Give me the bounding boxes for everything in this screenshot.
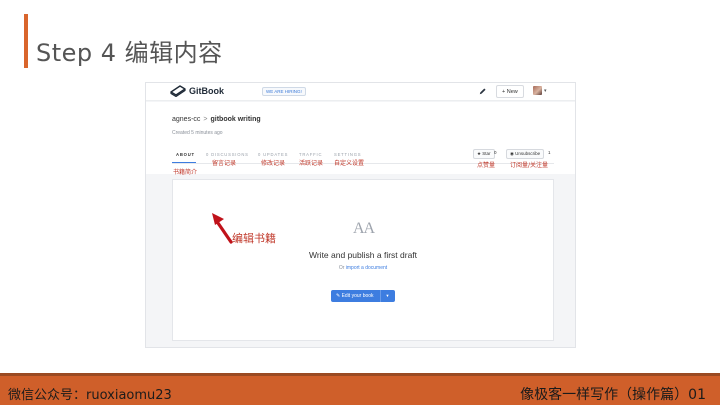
created-time: Created 5 minutes ago — [172, 130, 223, 136]
annotation-about: 书籍简介 — [173, 169, 198, 176]
footer-series-title: 像极客一样写作（操作篇）01 — [520, 387, 706, 403]
annotation-subscribe: 订阅量/关注量 — [510, 162, 549, 169]
annotation-edit: 编辑书籍 — [232, 232, 276, 245]
new-button[interactable]: + New — [496, 85, 524, 98]
edit-menu-caret-icon[interactable]: ▼ — [381, 290, 395, 302]
tab-traffic[interactable]: TRAFFIC — [299, 152, 322, 157]
breadcrumb-book[interactable]: gitbook writing — [211, 116, 261, 123]
import-or-text: Or — [338, 265, 346, 271]
star-count: 0 — [494, 150, 497, 155]
tab-updates[interactable]: 0 UPDATES — [258, 152, 288, 157]
avatar[interactable] — [533, 86, 542, 95]
edit-pen-icon[interactable] — [478, 87, 487, 96]
footer-bar: 微信公众号：ruoxiaomu23 像极客一样写作（操作篇）01 — [0, 376, 720, 405]
hiring-badge[interactable]: WE ARE HIRING! — [262, 87, 306, 96]
import-line: Or import a document — [173, 265, 553, 271]
empty-state-card: AA Write and publish a first draft Or im… — [172, 179, 554, 341]
tab-settings[interactable]: SETTINGS — [334, 152, 361, 157]
tab-about[interactable]: ABOUT — [176, 152, 195, 157]
annotation-star: 点赞量 — [477, 162, 496, 169]
annotation-settings: 自定义设置 — [334, 160, 365, 167]
slide-title: Step 4 编辑内容 — [36, 39, 223, 67]
gitbook-logo[interactable]: GitBook — [170, 85, 224, 97]
gitbook-topbar: GitBook WE ARE HIRING! + New ▾ — [146, 83, 575, 101]
annotation-traffic: 活跃记录 — [299, 160, 324, 167]
star-button[interactable]: ★ Star — [473, 149, 495, 159]
unsubscribe-button[interactable]: ◉ Unsubscribe — [506, 149, 545, 159]
font-aa-icon: AA — [353, 220, 375, 237]
breadcrumb-separator: > — [203, 116, 208, 123]
annotation-discussions: 留言记录 — [212, 160, 237, 167]
footer-wechat: 微信公众号：ruoxiaomu23 — [8, 388, 172, 403]
edit-book-label[interactable]: ✎ Edit your book — [331, 290, 381, 302]
import-document-link[interactable]: import a document — [346, 265, 387, 271]
annotation-arrow-icon — [212, 213, 233, 244]
breadcrumb-owner[interactable]: agnes-cc — [172, 116, 200, 123]
breadcrumb: agnes-cc > gitbook writing — [172, 116, 261, 123]
annotation-updates: 修改记录 — [261, 160, 286, 167]
tab-discussions[interactable]: 0 DISCUSSIONS — [206, 152, 249, 157]
chevron-down-icon[interactable]: ▾ — [544, 88, 547, 94]
empty-state-heading: Write and publish a first draft — [308, 250, 418, 260]
subscriber-count: 1 — [548, 150, 551, 155]
title-accent-bar — [24, 14, 28, 68]
edit-book-button[interactable]: ✎ Edit your book ▼ — [331, 290, 395, 302]
gitbook-logo-text: GitBook — [189, 86, 224, 96]
gitbook-logo-icon — [170, 85, 186, 97]
